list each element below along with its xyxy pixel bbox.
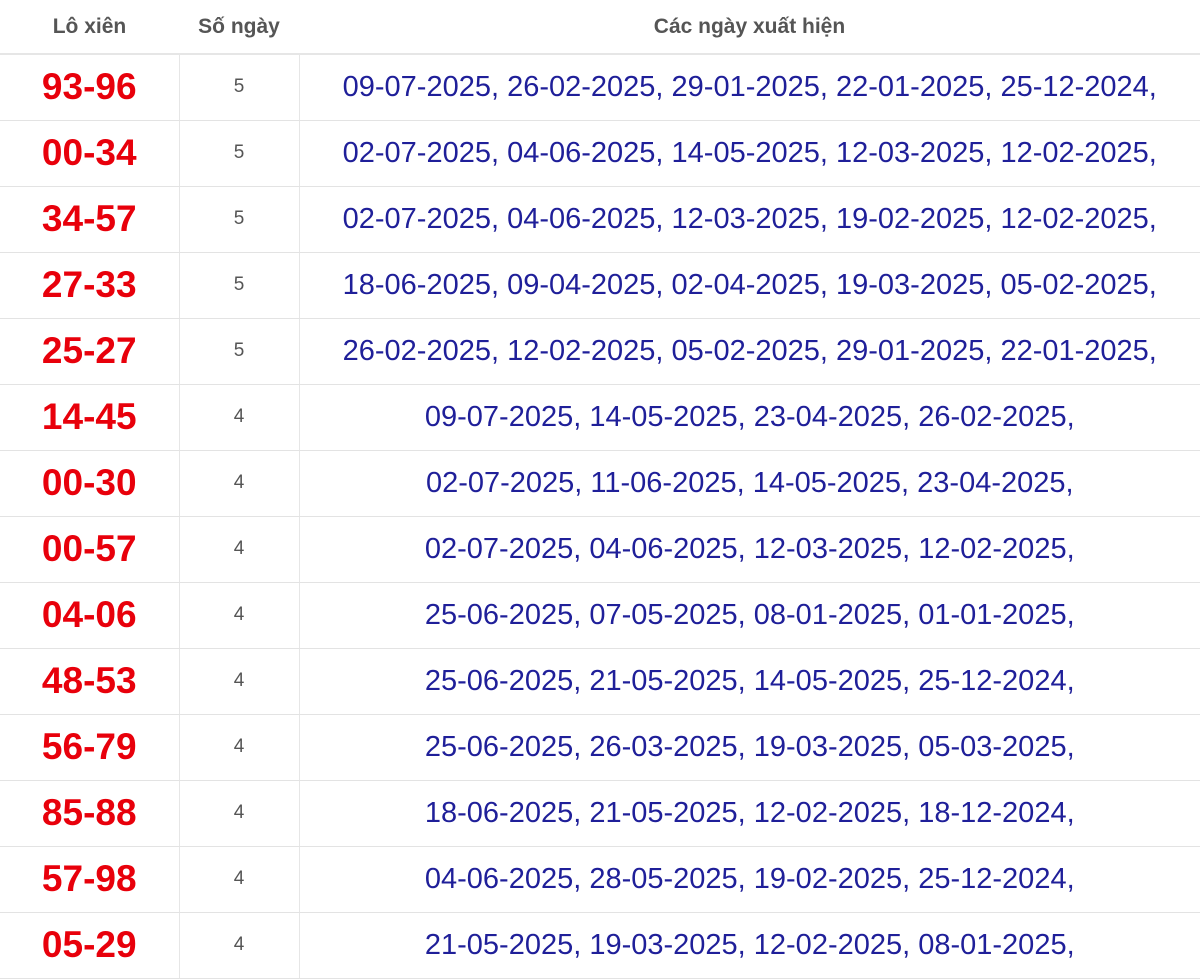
pair-cell: 00-34: [0, 120, 180, 187]
pair-cell: 14-45: [0, 384, 180, 451]
header-days: Số ngày: [179, 0, 299, 55]
days-count-cell: 4: [179, 450, 300, 517]
table-row: 04-06 4 25-06-2025, 07-05-2025, 08-01-2025…: [0, 582, 1200, 649]
table-row: 27-33 5 18-06-2025, 09-04-2025, 02-04-2025…: [0, 252, 1200, 319]
days-count-cell: 4: [179, 714, 300, 781]
dates-cell: 02-07-2025, 04-06-2025, 12-03-2025, 12-0…: [299, 516, 1200, 583]
days-count-cell: 5: [179, 186, 300, 253]
days-count-cell: 5: [179, 318, 300, 385]
dates-cell: 02-07-2025, 04-06-2025, 12-03-2025, 19-0…: [299, 186, 1200, 253]
header-dates: Các ngày xuất hiện: [299, 0, 1200, 55]
pair-cell: 04-06: [0, 582, 180, 649]
table-row: 05-29 4 21-05-2025, 19-03-2025, 12-02-2025…: [0, 912, 1200, 979]
days-count-cell: 4: [179, 516, 300, 583]
pair-cell: 56-79: [0, 714, 180, 781]
table-row: 85-88 4 18-06-2025, 21-05-2025, 12-02-2025…: [0, 780, 1200, 847]
days-count-cell: 4: [179, 648, 300, 715]
pair-cell: 27-33: [0, 252, 180, 319]
pair-cell: 25-27: [0, 318, 180, 385]
dates-cell: 25-06-2025, 26-03-2025, 19-03-2025, 05-0…: [299, 714, 1200, 781]
days-count-cell: 4: [179, 846, 300, 913]
dates-cell: 09-07-2025, 14-05-2025, 23-04-2025, 26-0…: [299, 384, 1200, 451]
dates-cell: 09-07-2025, 26-02-2025, 29-01-2025, 22-0…: [299, 54, 1200, 121]
header-pair: Lô xiên: [0, 0, 179, 55]
table-row: 14-45 4 09-07-2025, 14-05-2025, 23-04-2025…: [0, 384, 1200, 451]
pair-cell: 85-88: [0, 780, 180, 847]
table-row: 00-34 5 02-07-2025, 04-06-2025, 14-05-2025…: [0, 120, 1200, 187]
days-count-cell: 4: [179, 780, 300, 847]
dates-cell: 25-06-2025, 21-05-2025, 14-05-2025, 25-1…: [299, 648, 1200, 715]
table-row: 00-57 4 02-07-2025, 04-06-2025, 12-03-2025…: [0, 516, 1200, 583]
table-row: 25-27 5 26-02-2025, 12-02-2025, 05-02-2025…: [0, 318, 1200, 385]
table-row: 48-53 4 25-06-2025, 21-05-2025, 14-05-2025…: [0, 648, 1200, 715]
table-row: 57-98 4 04-06-2025, 28-05-2025, 19-02-2025…: [0, 846, 1200, 913]
days-count-cell: 4: [179, 912, 300, 979]
days-count-cell: 5: [179, 120, 300, 187]
pair-cell: 93-96: [0, 54, 180, 121]
pair-cell: 57-98: [0, 846, 180, 913]
dates-cell: 21-05-2025, 19-03-2025, 12-02-2025, 08-0…: [299, 912, 1200, 979]
days-count-cell: 4: [179, 582, 300, 649]
table-row: 93-96 5 09-07-2025, 26-02-2025, 29-01-2025…: [0, 54, 1200, 121]
table-header: Lô xiên Số ngày Các ngày xuất hiện: [0, 0, 1200, 55]
dates-cell: 02-07-2025, 04-06-2025, 14-05-2025, 12-0…: [299, 120, 1200, 187]
days-count-cell: 4: [179, 384, 300, 451]
lo-xien-table: Lô xiên Số ngày Các ngày xuất hiện 93-96…: [0, 0, 1200, 979]
table-row: 56-79 4 25-06-2025, 26-03-2025, 19-03-2025…: [0, 714, 1200, 781]
header-row: Lô xiên Số ngày Các ngày xuất hiện: [0, 0, 1200, 55]
pair-cell: 48-53: [0, 648, 180, 715]
dates-cell: 18-06-2025, 09-04-2025, 02-04-2025, 19-0…: [299, 252, 1200, 319]
dates-cell: 18-06-2025, 21-05-2025, 12-02-2025, 18-1…: [299, 780, 1200, 847]
dates-cell: 02-07-2025, 11-06-2025, 14-05-2025, 23-0…: [299, 450, 1200, 517]
pair-cell: 00-30: [0, 450, 180, 517]
dates-cell: 25-06-2025, 07-05-2025, 08-01-2025, 01-0…: [299, 582, 1200, 649]
pair-cell: 05-29: [0, 912, 180, 979]
dates-cell: 04-06-2025, 28-05-2025, 19-02-2025, 25-1…: [299, 846, 1200, 913]
dates-cell: 26-02-2025, 12-02-2025, 05-02-2025, 29-0…: [299, 318, 1200, 385]
pair-cell: 00-57: [0, 516, 180, 583]
table-row: 00-30 4 02-07-2025, 11-06-2025, 14-05-2025…: [0, 450, 1200, 517]
table-body: 93-96 5 09-07-2025, 26-02-2025, 29-01-2025…: [0, 54, 1200, 979]
days-count-cell: 5: [179, 252, 300, 319]
pair-cell: 34-57: [0, 186, 180, 253]
table-row: 34-57 5 02-07-2025, 04-06-2025, 12-03-2025…: [0, 186, 1200, 253]
days-count-cell: 5: [179, 54, 300, 121]
